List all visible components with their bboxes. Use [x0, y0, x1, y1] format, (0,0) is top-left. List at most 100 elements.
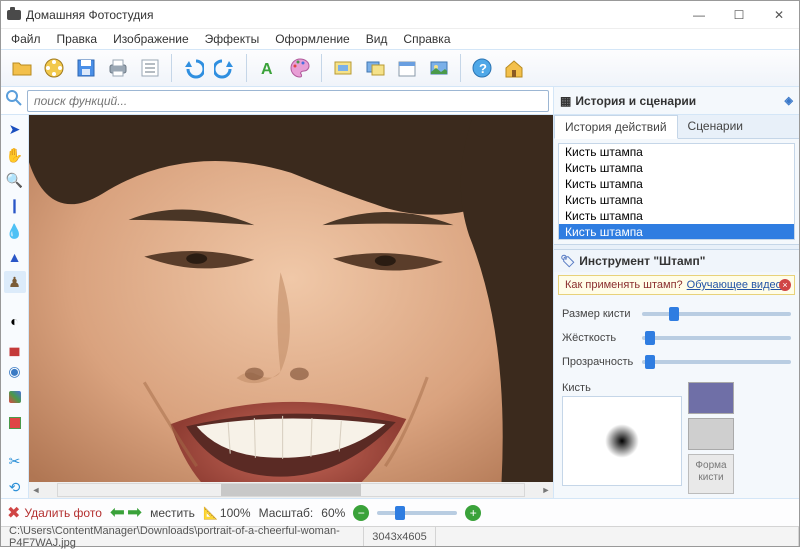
prev-image-icon[interactable]: ⬅ — [110, 502, 125, 523]
open-folder-icon[interactable] — [7, 53, 37, 83]
opacity-label: Прозрачность — [562, 356, 642, 368]
minimize-button[interactable]: — — [679, 1, 719, 29]
stamp-icon: 🏷 — [560, 254, 575, 268]
opacity-slider[interactable] — [642, 360, 791, 364]
tool-header: 🏷 Инструмент "Штамп" — [554, 250, 799, 272]
history-item[interactable]: Кисть штампа — [559, 208, 794, 224]
film-reel-icon[interactable] — [39, 53, 69, 83]
bottom-bar: ✖ Удалить фото ⬅ ➡ местить 📐100% Масштаб… — [1, 498, 799, 526]
brush-preview-label: Кисть — [562, 382, 682, 394]
menu-file[interactable]: Файл — [5, 30, 47, 48]
contrast-tool-icon[interactable]: ◐ — [4, 310, 26, 331]
brush-size-slider[interactable] — [642, 312, 791, 316]
history-item[interactable]: Кисть штампа — [559, 224, 794, 240]
redo-icon[interactable] — [210, 53, 240, 83]
close-button[interactable]: ✕ — [759, 1, 799, 29]
status-filepath: C:\Users\ContentManager\Downloads\portra… — [1, 527, 364, 546]
horizontal-scrollbar[interactable]: ◄ ► — [29, 482, 553, 498]
hand-tool-icon[interactable]: ✋ — [4, 144, 26, 165]
right-panel-title: История и сценарии — [575, 94, 696, 108]
text-tool-icon[interactable]: A — [253, 53, 283, 83]
calendar-icon[interactable] — [392, 53, 422, 83]
window-title: Домашняя Фотостудия — [26, 8, 153, 22]
menu-help[interactable]: Справка — [397, 30, 456, 48]
history-icon: ▦ — [560, 94, 571, 108]
zoom-out-icon[interactable]: − — [353, 505, 369, 521]
cards-icon[interactable] — [424, 53, 454, 83]
print-icon[interactable] — [103, 53, 133, 83]
menu-decor[interactable]: Оформление — [269, 30, 355, 48]
pin-icon[interactable]: ◈ — [785, 94, 793, 107]
titlebar: Домашняя Фотостудия — ☐ ✕ — [1, 1, 799, 29]
color-swatch-primary[interactable] — [688, 382, 734, 414]
zoom-slider[interactable] — [377, 511, 457, 515]
rotate-tool-icon[interactable]: ⟲ — [4, 477, 26, 498]
stamp-tool-icon[interactable]: ♟ — [4, 271, 26, 292]
statusbar: C:\Users\ContentManager\Downloads\portra… — [1, 526, 799, 546]
fill-tool-icon[interactable]: ▲ — [4, 246, 26, 267]
hardness-label: Жёсткость — [562, 332, 642, 344]
hsl-tool-icon[interactable] — [4, 412, 26, 433]
brush-size-label: Размер кисти — [562, 308, 642, 320]
properties-icon[interactable] — [135, 53, 165, 83]
delete-photo-label: Удалить фото — [24, 506, 101, 520]
brush-preview[interactable] — [562, 396, 682, 486]
left-toolbox: ➤ ✋ 🔍 ❙ 💧 ▲ ♟ ◐ ▄ ◉ ✂ ⟲ — [1, 115, 29, 498]
status-dimensions: 3043x4605 — [364, 527, 435, 546]
history-item[interactable]: Кисть штампа — [559, 144, 794, 160]
menu-view[interactable]: Вид — [360, 30, 394, 48]
delete-photo-button[interactable]: ✖ Удалить фото — [7, 503, 102, 523]
help-icon[interactable]: ? — [467, 53, 497, 83]
history-item[interactable]: Кисть штампа — [559, 192, 794, 208]
frames-icon[interactable] — [328, 53, 358, 83]
app-icon — [7, 10, 21, 20]
save-icon[interactable] — [71, 53, 101, 83]
overlay-icon[interactable] — [360, 53, 390, 83]
crop-tool-icon[interactable]: ✂ — [4, 451, 26, 472]
menu-image[interactable]: Изображение — [107, 30, 195, 48]
right-panel-header: ▦ История и сценарии ◈ — [553, 87, 799, 114]
brush-shape-button[interactable]: Форма кисти — [688, 454, 734, 494]
delete-icon: ✖ — [7, 503, 20, 523]
curves-tool-icon[interactable]: ◉ — [4, 361, 26, 382]
color-swatch-secondary[interactable] — [688, 418, 734, 450]
tab-history[interactable]: История действий — [554, 115, 678, 139]
help-close-icon[interactable]: × — [779, 279, 791, 291]
pointer-tool-icon[interactable]: ➤ — [4, 119, 26, 140]
hardness-slider[interactable] — [642, 336, 791, 340]
history-item[interactable]: Кисть штампа — [559, 176, 794, 192]
scale-label: Масштаб: — [259, 506, 314, 520]
undo-icon[interactable] — [178, 53, 208, 83]
color-tool-icon[interactable] — [4, 387, 26, 408]
zoom-in-icon[interactable]: + — [465, 505, 481, 521]
brush-tool-icon[interactable]: ❙ — [4, 195, 26, 216]
home-icon[interactable] — [499, 53, 529, 83]
tab-scenarios[interactable]: Сценарии — [678, 115, 753, 138]
menu-effects[interactable]: Эффекты — [199, 30, 266, 48]
drop-tool-icon[interactable]: 💧 — [4, 221, 26, 242]
zoom-100-button[interactable]: 📐100% — [203, 506, 251, 520]
canvas-area: ◄ ► — [29, 115, 553, 498]
tool-header-label: Инструмент "Штамп" — [579, 254, 705, 268]
help-question: Как применять штамп? — [565, 279, 683, 291]
levels-tool-icon[interactable]: ▄ — [4, 336, 26, 357]
next-image-icon[interactable]: ➡ — [127, 502, 142, 523]
menubar: Файл Правка Изображение Эффекты Оформлен… — [1, 29, 799, 49]
menu-edit[interactable]: Правка — [51, 30, 104, 48]
main-toolbar: A ? — [1, 49, 799, 87]
search-input[interactable] — [27, 90, 549, 112]
palette-icon[interactable] — [285, 53, 315, 83]
tool-help-banner: Как применять штамп? Обучающее видео × — [558, 275, 795, 295]
svg-text:?: ? — [479, 61, 487, 76]
search-icon — [5, 89, 23, 112]
maximize-button[interactable]: ☐ — [719, 1, 759, 29]
scale-value: 60% — [321, 506, 345, 520]
svg-text:A: A — [261, 61, 273, 78]
right-panel: История действий Сценарии Кисть штампаКи… — [553, 115, 799, 498]
help-video-link[interactable]: Обучающее видео — [687, 279, 782, 291]
zoom-tool-icon[interactable]: 🔍 — [4, 170, 26, 191]
history-item[interactable]: Кисть штампа — [559, 160, 794, 176]
fit-button[interactable]: местить — [150, 506, 195, 520]
history-list[interactable]: Кисть штампаКисть штампаКисть штампаКист… — [558, 143, 795, 240]
image-canvas[interactable] — [29, 115, 553, 482]
